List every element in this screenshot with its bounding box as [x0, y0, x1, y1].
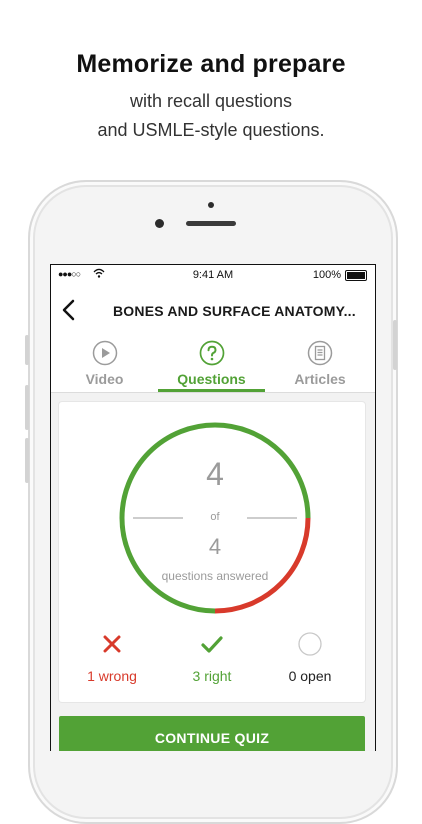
status-bar: ●●●○○ 9:41 AM 100%	[51, 265, 375, 285]
wrong-label: 1 wrong	[87, 668, 137, 684]
chevron-left-icon	[62, 299, 75, 321]
nav-bar: BONES AND SURFACE ANATOMY...	[51, 285, 375, 335]
app-screen: ●●●○○ 9:41 AM 100% BONES AND SURFACE ANA…	[50, 264, 376, 751]
quiz-progress-card: 4 of 4 questions answered 1 wrong 3 righ…	[59, 402, 365, 702]
empty-circle-icon	[298, 632, 322, 656]
back-button[interactable]	[59, 297, 79, 323]
tab-video[interactable]: Video	[51, 335, 158, 392]
play-circle-icon	[92, 340, 117, 366]
open-label: 0 open	[288, 668, 332, 684]
phone-sensor	[208, 202, 214, 208]
phone-volume-down	[25, 438, 29, 483]
tab-bar: Video Questions Articles	[51, 335, 375, 393]
phone-side-button	[25, 335, 29, 365]
continue-quiz-button[interactable]: CONTINUE QUIZ	[59, 716, 365, 751]
tab-questions[interactable]: Questions	[158, 335, 265, 392]
progress-ring-wrong-segment	[214, 517, 311, 614]
tab-video-label: Video	[85, 371, 124, 387]
tab-articles-label: Articles	[294, 371, 346, 387]
checkmark-icon	[201, 636, 223, 653]
battery-percent: 100%	[312, 269, 341, 281]
question-circle-icon	[199, 340, 224, 366]
total-count: 4	[208, 534, 222, 559]
phone-volume-up	[25, 385, 29, 430]
promo-subline-1: with recall questions	[129, 91, 293, 111]
phone-speaker	[186, 221, 236, 226]
active-tab-indicator	[158, 389, 265, 392]
of-label: of	[210, 511, 220, 523]
answered-count: 4	[206, 456, 224, 492]
page-title: BONES AND SURFACE ANATOMY...	[113, 303, 356, 319]
battery-icon	[345, 270, 367, 281]
tab-questions-label: Questions	[177, 371, 246, 387]
right-label: 3 right	[192, 668, 232, 684]
answered-caption: questions answered	[161, 569, 269, 583]
phone-power-button	[393, 320, 397, 370]
document-icon	[307, 340, 333, 366]
tab-articles[interactable]: Articles	[265, 335, 375, 392]
promo-headline: Memorize and prepare	[76, 50, 346, 78]
phone-camera	[155, 219, 164, 228]
promo-subline-2: and USMLE-style questions.	[97, 120, 325, 140]
x-icon	[103, 635, 121, 653]
